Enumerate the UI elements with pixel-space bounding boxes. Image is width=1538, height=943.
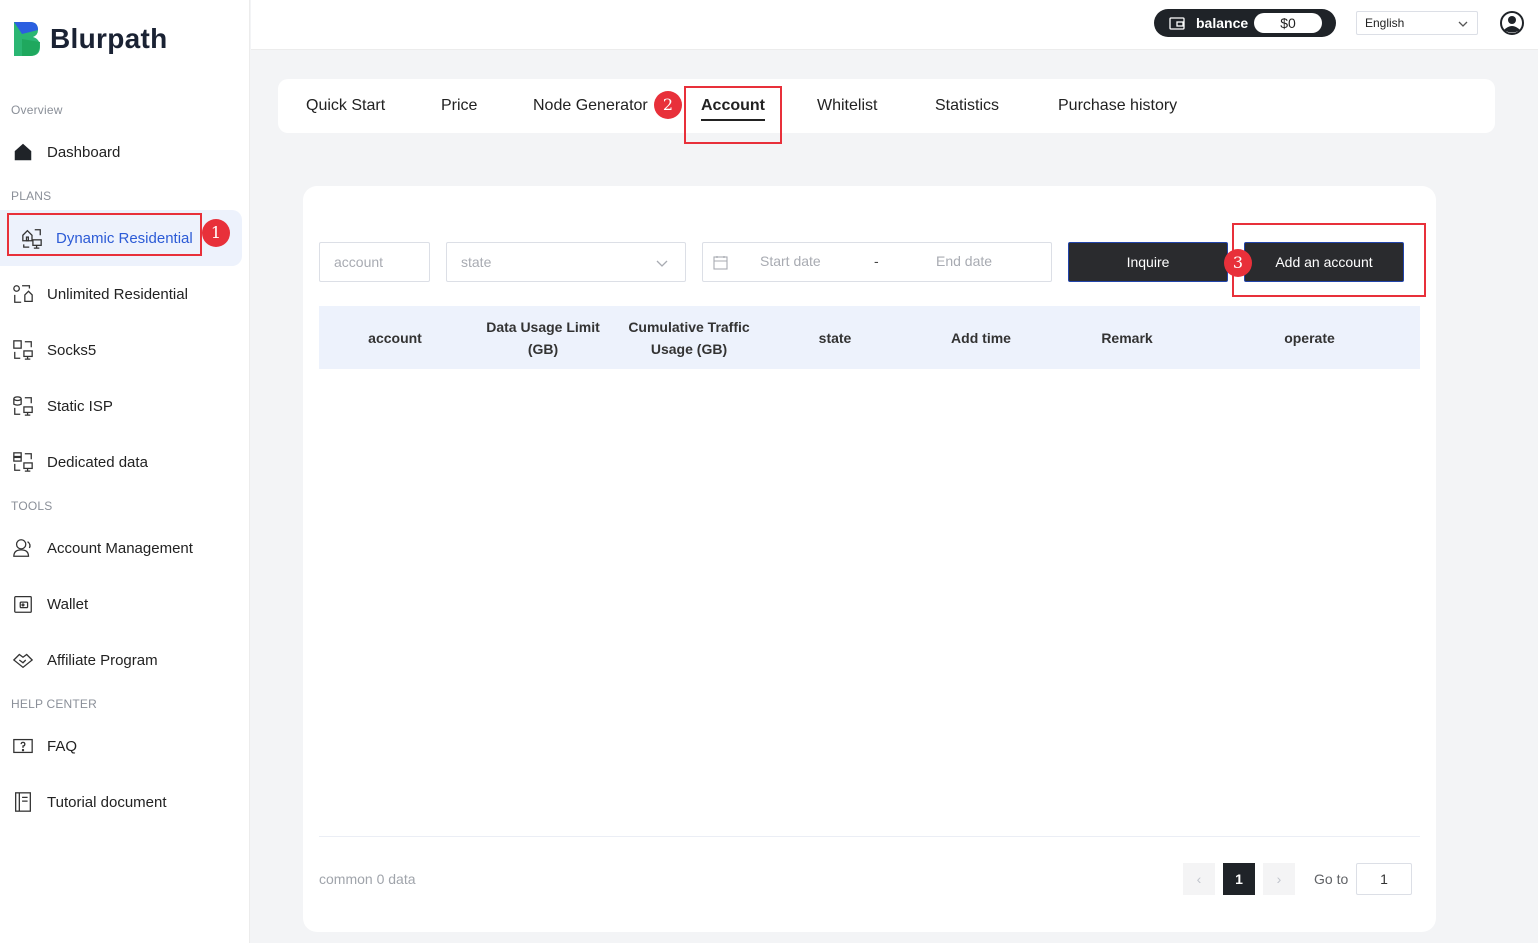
sidebar-item-label: Socks5: [47, 341, 97, 359]
add-account-button[interactable]: Add an account: [1244, 242, 1404, 282]
tab-price[interactable]: Price: [441, 79, 477, 133]
page-number[interactable]: 1: [1223, 863, 1255, 895]
sidebar-item-tutorial-document[interactable]: Tutorial document: [0, 780, 242, 824]
tab-quick-start[interactable]: Quick Start: [306, 79, 385, 133]
sidebar-item-label: Static ISP: [47, 397, 113, 415]
inquire-button[interactable]: Inquire: [1068, 242, 1228, 282]
end-date-field[interactable]: End date: [936, 253, 992, 269]
document-icon: [11, 790, 35, 814]
account-panel: account state Start date - End date Inqu…: [303, 186, 1436, 932]
column-data-usage-limit-label: Data Usage Limit (GB): [486, 318, 600, 357]
goto-label: Go to: [1314, 871, 1349, 887]
brand-logo[interactable]: Blurpath: [12, 20, 168, 58]
sidebar-item-faq[interactable]: FAQ: [0, 724, 242, 768]
sidebar-item-unlimited-residential[interactable]: Unlimited Residential: [0, 272, 242, 316]
column-data-usage-limit: Data Usage Limit (GB): [471, 306, 615, 369]
section-help-center: HELP CENTER: [11, 697, 98, 711]
sidebar: Blurpath Overview Dashboard PLANS Dynami…: [0, 0, 250, 943]
sidebar-item-label: Tutorial document: [47, 793, 167, 811]
section-tools: TOOLS: [11, 499, 53, 513]
balance-pill[interactable]: balance $0: [1154, 9, 1336, 37]
goto-page-input[interactable]: 1: [1356, 863, 1412, 895]
user-icon: [11, 536, 35, 560]
column-remark: Remark: [1101, 329, 1153, 346]
prev-page-button[interactable]: ‹: [1183, 863, 1215, 895]
table-header: account Data Usage Limit (GB) Cumulative…: [319, 306, 1420, 369]
wallet-icon: [11, 592, 35, 616]
column-state: state: [818, 329, 852, 346]
column-cumulative-traffic-label: Cumulative Traffic Usage (GB): [628, 318, 750, 357]
sidebar-item-dedicated-data[interactable]: Dedicated data: [0, 440, 242, 484]
column-add-time: Add time: [951, 329, 1011, 346]
wallet-icon: [1169, 17, 1185, 30]
step-marker-2: 2: [654, 91, 682, 119]
sidebar-item-label: Wallet: [47, 595, 89, 613]
avatar[interactable]: [1500, 11, 1524, 35]
top-bar: balance $0 English: [251, 0, 1538, 50]
unlimited-residential-icon: [11, 282, 35, 306]
faq-icon: [11, 734, 35, 758]
section-plans: PLANS: [11, 189, 52, 203]
next-page-button[interactable]: ›: [1263, 863, 1295, 895]
static-isp-icon: [11, 394, 35, 418]
sidebar-item-label: Dashboard: [47, 143, 121, 161]
total-count: common 0 data: [319, 871, 416, 887]
sidebar-item-dashboard[interactable]: Dashboard: [0, 130, 242, 174]
account-input[interactable]: account: [319, 242, 430, 282]
sidebar-item-label: FAQ: [47, 737, 78, 755]
date-separator: -: [874, 253, 879, 269]
date-range-picker[interactable]: Start date - End date: [702, 242, 1052, 282]
dedicated-data-icon: [11, 450, 35, 474]
sidebar-item-label: Dedicated data: [47, 453, 148, 471]
account-placeholder: account: [334, 254, 384, 270]
tab-account[interactable]: Account: [701, 79, 765, 133]
chevron-down-icon: [1458, 21, 1468, 27]
sidebar-item-label: Dynamic Residential: [56, 229, 193, 247]
tab-whitelist[interactable]: Whitelist: [817, 79, 877, 133]
handshake-icon: [11, 648, 35, 672]
balance-label: balance: [1196, 15, 1249, 31]
column-cumulative-traffic: Cumulative Traffic Usage (GB): [615, 306, 763, 369]
language-select[interactable]: English: [1356, 11, 1478, 35]
chevron-down-icon: [656, 260, 668, 267]
state-placeholder: state: [461, 254, 492, 270]
sidebar-item-static-isp[interactable]: Static ISP: [0, 384, 242, 428]
language-value: English: [1365, 16, 1405, 30]
sidebar-item-label: Account Management: [47, 539, 193, 557]
home-icon: [11, 140, 35, 164]
step-marker-1: 1: [202, 219, 230, 247]
balance-value: $0: [1254, 13, 1322, 33]
tab-statistics[interactable]: Statistics: [935, 79, 999, 133]
sidebar-item-label: Unlimited Residential: [47, 285, 188, 303]
sidebar-item-affiliate-program[interactable]: Affiliate Program: [0, 638, 242, 682]
socks5-icon: [11, 338, 35, 362]
section-overview: Overview: [11, 103, 63, 117]
tab-node-generator[interactable]: Node Generator: [533, 79, 648, 133]
brand-name: Blurpath: [50, 23, 168, 54]
dynamic-residential-icon: [20, 226, 44, 250]
table-body-empty: [319, 369, 1420, 837]
calendar-icon: [713, 256, 728, 270]
tab-bar: Quick Start Price Node Generator Account…: [278, 79, 1495, 133]
tab-purchase-history[interactable]: Purchase history: [1058, 79, 1177, 133]
sidebar-item-socks5[interactable]: Socks5: [0, 328, 242, 372]
sidebar-item-label: Affiliate Program: [47, 651, 158, 669]
sidebar-item-wallet[interactable]: Wallet: [0, 582, 242, 626]
logo-icon: [14, 22, 40, 56]
step-marker-3: 3: [1224, 249, 1252, 277]
start-date-field[interactable]: Start date: [760, 253, 821, 269]
column-operate: operate: [1284, 329, 1335, 346]
column-account: account: [368, 329, 422, 346]
sidebar-item-account-management[interactable]: Account Management: [0, 526, 242, 570]
state-select[interactable]: state: [446, 242, 686, 282]
